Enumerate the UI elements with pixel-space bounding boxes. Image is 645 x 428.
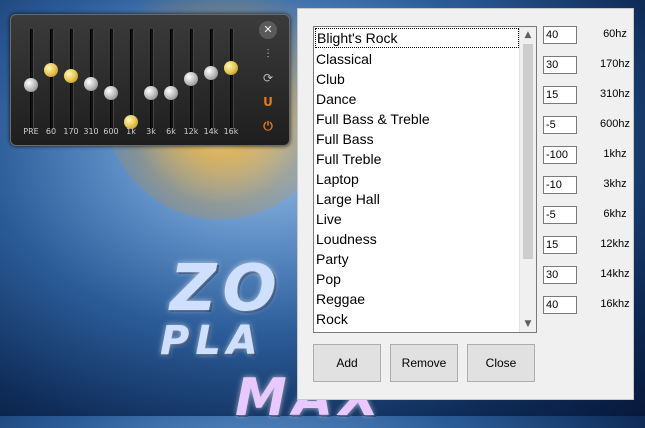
- band-value-input[interactable]: -10: [543, 176, 577, 194]
- mixer-icon[interactable]: ⫶: [259, 45, 277, 63]
- scroll-down-icon[interactable]: ▼: [520, 316, 536, 332]
- eq-slider-600[interactable]: [101, 29, 121, 129]
- close-icon[interactable]: ✕: [259, 21, 277, 39]
- preset-list-item[interactable]: Classical: [314, 49, 520, 69]
- band-value-input[interactable]: 15: [543, 86, 577, 104]
- eq-slider-knob[interactable]: [144, 86, 158, 100]
- band-frequency-label: 170hz: [600, 58, 630, 70]
- remove-button[interactable]: Remove: [390, 344, 458, 382]
- band-value-input[interactable]: -5: [543, 116, 577, 134]
- eq-slider-knob[interactable]: [204, 66, 218, 80]
- eq-slider-60[interactable]: [41, 29, 61, 129]
- preset-list-item[interactable]: Pop: [314, 269, 520, 289]
- eq-slider-track[interactable]: [130, 29, 134, 129]
- preset-list-item[interactable]: Laptop: [314, 169, 520, 189]
- background-logo-line1: ZO: [170, 252, 283, 326]
- band-frequency-label: 12khz: [600, 238, 630, 250]
- band-frequency-label: 310hz: [600, 88, 630, 100]
- eq-slider-pre[interactable]: [21, 29, 41, 129]
- band-value-input[interactable]: 30: [543, 266, 577, 284]
- magnet-icon[interactable]: U: [259, 93, 277, 111]
- eq-slider-170[interactable]: [61, 29, 81, 129]
- preset-list-item[interactable]: Live: [314, 209, 520, 229]
- eq-slider-knob[interactable]: [184, 72, 198, 86]
- add-button[interactable]: Add: [313, 344, 381, 382]
- reset-icon[interactable]: ⟳: [259, 69, 277, 87]
- eq-slider-track[interactable]: [230, 29, 234, 129]
- preset-list-item[interactable]: Party: [314, 249, 520, 269]
- close-button[interactable]: Close: [467, 344, 535, 382]
- eq-slider-track[interactable]: [110, 29, 114, 129]
- background-logo-line2: PLA: [160, 318, 264, 364]
- band-frequency-label: 60hz: [603, 28, 627, 40]
- band-value-input[interactable]: -5: [543, 206, 577, 224]
- band-frequency-label: 16khz: [600, 298, 630, 310]
- eq-slider-14k[interactable]: [201, 29, 221, 129]
- eq-band-label: 16k: [223, 127, 239, 136]
- eq-slider-knob[interactable]: [44, 63, 58, 77]
- eq-slider-6k[interactable]: [161, 29, 181, 129]
- band-value-input[interactable]: 40: [543, 26, 577, 44]
- band-value-input[interactable]: 40: [543, 296, 577, 314]
- preset-list-item[interactable]: Full Treble: [314, 149, 520, 169]
- eq-slider-track[interactable]: [170, 29, 174, 129]
- band-frequency-label: 14khz: [600, 268, 630, 280]
- preset-list-item[interactable]: Reggae: [314, 289, 520, 309]
- preset-list-item[interactable]: Rock: [314, 309, 520, 329]
- band-value-input[interactable]: -100: [543, 146, 577, 164]
- equalizer-presets-dialog: Blight's Rock Classical Club Dance Full Bass…: [297, 8, 634, 400]
- equalizer-panel: ✕ ⫶ ⟳ U ⏻ PRE 60 170 310 600 1k 3k 6k 12k 14k 16k: [10, 14, 290, 146]
- preset-list-item[interactable]: Club: [314, 69, 520, 89]
- preset-list-item[interactable]: Full Bass: [314, 129, 520, 149]
- eq-slider-1k[interactable]: [121, 29, 141, 129]
- scroll-up-icon[interactable]: ▲: [520, 27, 536, 43]
- eq-slider-knob[interactable]: [64, 69, 78, 83]
- preset-list[interactable]: Blight's Rock Classical Club Dance Full Bass…: [313, 26, 537, 333]
- preset-list-item[interactable]: Ska: [314, 329, 520, 332]
- band-value-input[interactable]: 30: [543, 56, 577, 74]
- preset-list-item[interactable]: Dance: [314, 89, 520, 109]
- band-frequency-label: 1khz: [603, 148, 627, 160]
- eq-slider-track[interactable]: [150, 29, 154, 129]
- preset-list-item[interactable]: Full Bass & Treble: [314, 109, 520, 129]
- preset-list-item[interactable]: Loudness: [314, 229, 520, 249]
- eq-slider-knob[interactable]: [24, 78, 38, 92]
- eq-slider-knob[interactable]: [164, 86, 178, 100]
- eq-slider-16k[interactable]: [221, 29, 241, 129]
- band-frequency-label: 600hz: [600, 118, 630, 130]
- eq-slider-track[interactable]: [50, 29, 54, 129]
- band-frequency-label: 6khz: [603, 208, 627, 220]
- eq-slider-knob[interactable]: [224, 61, 238, 75]
- eq-slider-knob[interactable]: [104, 86, 118, 100]
- eq-slider-310[interactable]: [81, 29, 101, 129]
- power-icon[interactable]: ⏻: [259, 117, 277, 135]
- band-value-input[interactable]: 15: [543, 236, 577, 254]
- band-frequency-label: 3khz: [603, 178, 627, 190]
- eq-slider-3k[interactable]: [141, 29, 161, 129]
- preset-list-item[interactable]: Large Hall: [314, 189, 520, 209]
- eq-slider-12k[interactable]: [181, 29, 201, 129]
- preset-list-scrollbar[interactable]: ▲ ▼: [519, 27, 536, 332]
- preset-list-item[interactable]: Blight's Rock: [315, 28, 519, 48]
- eq-slider-knob[interactable]: [84, 77, 98, 91]
- scrollbar-thumb[interactable]: [523, 44, 533, 259]
